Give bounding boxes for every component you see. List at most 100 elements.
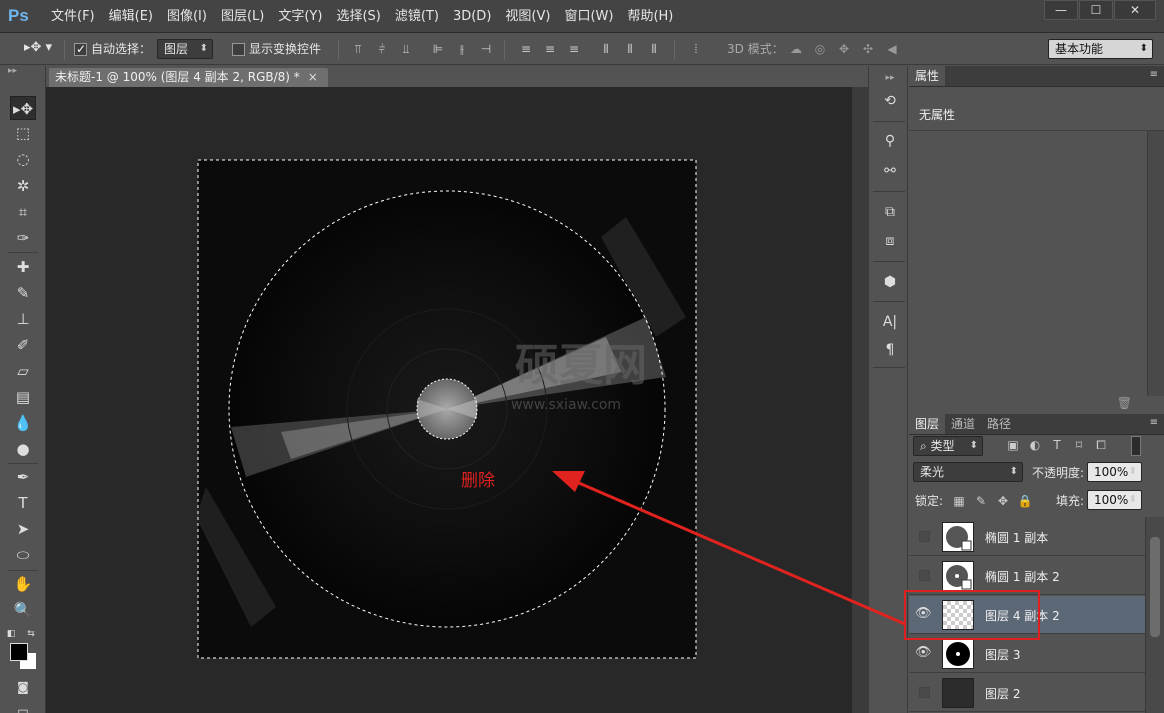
distribute-top-icon[interactable]: ≡ bbox=[518, 42, 534, 56]
paragraph-panel-icon[interactable]: ¶ bbox=[879, 339, 901, 361]
strip-collapse-icon[interactable]: ▸▸ bbox=[879, 67, 901, 89]
eyedropper-tool-icon[interactable]: ✑ bbox=[10, 226, 36, 250]
filter-shape-icon[interactable]: ⌑ bbox=[1071, 438, 1087, 452]
history-panel-icon[interactable]: ⟲ bbox=[879, 90, 901, 112]
align-right-icon[interactable]: ⊣ bbox=[478, 42, 494, 56]
close-tab-icon[interactable]: × bbox=[308, 70, 318, 84]
canvas-artwork[interactable]: 硕夏网 www.sxiaw.com bbox=[46, 87, 851, 713]
tab-properties[interactable]: 属性 bbox=[909, 66, 946, 86]
menu-layer[interactable]: 图层(L) bbox=[214, 8, 271, 26]
menu-view[interactable]: 视图(V) bbox=[498, 8, 557, 26]
marquee-tool-icon[interactable]: ⬚ bbox=[10, 121, 36, 145]
lock-pixels-icon[interactable]: ✎ bbox=[973, 494, 989, 508]
3d-panel-icon[interactable]: ⬢ bbox=[879, 271, 901, 293]
move-tool-icon[interactable]: ▸✥ ▾ bbox=[24, 40, 52, 56]
align-top-icon[interactable]: ⫪ bbox=[350, 42, 366, 56]
visibility-toggle-off[interactable] bbox=[919, 687, 930, 698]
filter-type-icon[interactable]: T bbox=[1049, 438, 1065, 452]
menu-help[interactable]: 帮助(H) bbox=[620, 8, 680, 26]
hand-tool-icon[interactable]: ✋ bbox=[10, 572, 36, 596]
history-brush-tool-icon[interactable]: ✐ bbox=[10, 333, 36, 357]
minimize-button[interactable]: — bbox=[1044, 0, 1078, 20]
close-button[interactable]: ✕ bbox=[1114, 0, 1156, 20]
screen-mode-icon[interactable]: ▭ bbox=[10, 699, 36, 713]
menu-file[interactable]: 文件(F) bbox=[44, 8, 102, 26]
layers-scrollbar[interactable] bbox=[1145, 517, 1164, 713]
visibility-toggle-off[interactable] bbox=[919, 531, 930, 542]
brush-panel-icon[interactable]: ⚲ bbox=[879, 130, 901, 152]
auto-align-icon[interactable]: ⦙ bbox=[688, 42, 704, 56]
visibility-toggle-off[interactable] bbox=[919, 570, 930, 581]
brush-tool-icon[interactable]: ✎ bbox=[10, 281, 36, 305]
filter-pixel-icon[interactable]: ▣ bbox=[1005, 438, 1021, 452]
menu-edit[interactable]: 编辑(E) bbox=[102, 8, 160, 26]
menu-image[interactable]: 图像(I) bbox=[160, 8, 214, 26]
clone-source-icon[interactable]: ⧉ bbox=[879, 201, 901, 223]
tab-paths[interactable]: 路径 bbox=[981, 414, 1017, 434]
blur-tool-icon[interactable]: 💧 bbox=[10, 411, 36, 435]
layer-row[interactable]: 椭圆 1 副本 bbox=[909, 518, 1145, 556]
pen-tool-icon[interactable]: ✒ bbox=[10, 465, 36, 489]
lasso-tool-icon[interactable]: ◌ bbox=[10, 147, 36, 171]
path-selection-tool-icon[interactable]: ➤ bbox=[10, 517, 36, 541]
menu-type[interactable]: 文字(Y) bbox=[271, 8, 329, 26]
auto-select-target-dropdown[interactable]: 图层 bbox=[157, 39, 213, 59]
filter-toggle-switch[interactable] bbox=[1131, 436, 1141, 456]
filter-kind-dropdown[interactable]: ⌕ 类型 bbox=[913, 436, 983, 456]
brush-presets-icon[interactable]: ⚯ bbox=[879, 160, 901, 182]
layer-name[interactable]: 图层 2 bbox=[985, 685, 1020, 702]
move-tool-icon[interactable]: ▸✥ bbox=[10, 96, 36, 120]
slide-3d-icon[interactable]: ✣ bbox=[860, 42, 876, 56]
menu-3d[interactable]: 3D(D) bbox=[446, 8, 498, 26]
eraser-tool-icon[interactable]: ▱ bbox=[10, 359, 36, 383]
show-transform-checkbox[interactable] bbox=[232, 43, 245, 56]
layer-name[interactable]: 图层 3 bbox=[985, 646, 1020, 663]
properties-scrollbar[interactable] bbox=[1147, 131, 1164, 396]
menu-window[interactable]: 窗口(W) bbox=[557, 8, 620, 26]
canvas-vertical-scrollbar[interactable] bbox=[851, 87, 868, 713]
rotate-3d-icon[interactable]: ☁ bbox=[788, 42, 804, 56]
filter-smart-object-icon[interactable]: ⧠ bbox=[1093, 438, 1109, 452]
foreground-color-swatch[interactable] bbox=[10, 643, 28, 661]
maximize-button[interactable]: ☐ bbox=[1079, 0, 1113, 20]
distribute-hcenter-icon[interactable]: ⦀ bbox=[622, 42, 638, 56]
scale-3d-icon[interactable]: ◀ bbox=[884, 42, 900, 56]
trash-icon[interactable]: 🗑 bbox=[1117, 396, 1132, 410]
align-vcenter-icon[interactable]: ⫩ bbox=[374, 42, 390, 56]
magic-wand-tool-icon[interactable]: ✲ bbox=[10, 174, 36, 198]
ellipse-tool-icon[interactable]: ⬭ bbox=[10, 543, 36, 567]
healing-brush-tool-icon[interactable]: ✚ bbox=[10, 255, 36, 279]
quick-mask-icon[interactable]: ◙ bbox=[10, 675, 36, 699]
distribute-right-icon[interactable]: ⦀ bbox=[646, 42, 662, 56]
panel-menu-icon[interactable]: ≡ bbox=[1150, 69, 1158, 80]
workspace-dropdown[interactable]: 基本功能 bbox=[1048, 39, 1153, 59]
clone-stamp-tool-icon[interactable]: ⊥ bbox=[10, 307, 36, 331]
tab-layers[interactable]: 图层 bbox=[909, 414, 946, 434]
dodge-tool-icon[interactable]: ● bbox=[10, 437, 36, 461]
show-transform-option[interactable]: 显示变换控件 bbox=[232, 41, 321, 57]
distribute-bottom-icon[interactable]: ≡ bbox=[566, 42, 582, 56]
fill-field[interactable]: 100% bbox=[1087, 490, 1142, 510]
layer-row[interactable]: 👁 图层 3 bbox=[909, 635, 1145, 673]
auto-select-checkbox[interactable] bbox=[74, 41, 87, 57]
align-bottom-icon[interactable]: ⫫ bbox=[398, 42, 414, 56]
menu-select[interactable]: 选择(S) bbox=[329, 8, 387, 26]
panel-collapse-icon[interactable]: ▸▸ bbox=[0, 66, 45, 80]
auto-select-option[interactable]: 自动选择： bbox=[74, 41, 151, 57]
zoom-tool-icon[interactable]: 🔍 bbox=[10, 598, 36, 622]
layer-name[interactable]: 椭圆 1 副本 bbox=[985, 529, 1048, 546]
drag-3d-icon[interactable]: ✥ bbox=[836, 42, 852, 56]
layer-name[interactable]: 椭圆 1 副本 2 bbox=[985, 568, 1060, 585]
canvas-area[interactable]: 硕夏网 www.sxiaw.com bbox=[46, 87, 851, 713]
lock-all-icon[interactable]: 🔒 bbox=[1017, 494, 1033, 508]
filter-adjustment-icon[interactable]: ◐ bbox=[1027, 438, 1043, 452]
align-left-icon[interactable]: ⊫ bbox=[430, 42, 446, 56]
type-tool-icon[interactable]: T bbox=[10, 491, 36, 515]
align-hcenter-icon[interactable]: ⫲ bbox=[454, 42, 470, 56]
layer-row[interactable]: 图层 2 bbox=[909, 674, 1145, 712]
character-panel-icon[interactable]: A| bbox=[879, 311, 901, 333]
menu-filter[interactable]: 滤镜(T) bbox=[388, 8, 446, 26]
roll-3d-icon[interactable]: ◎ bbox=[812, 42, 828, 56]
lock-position-icon[interactable]: ✥ bbox=[995, 494, 1011, 508]
eye-icon[interactable]: 👁 bbox=[915, 645, 932, 661]
